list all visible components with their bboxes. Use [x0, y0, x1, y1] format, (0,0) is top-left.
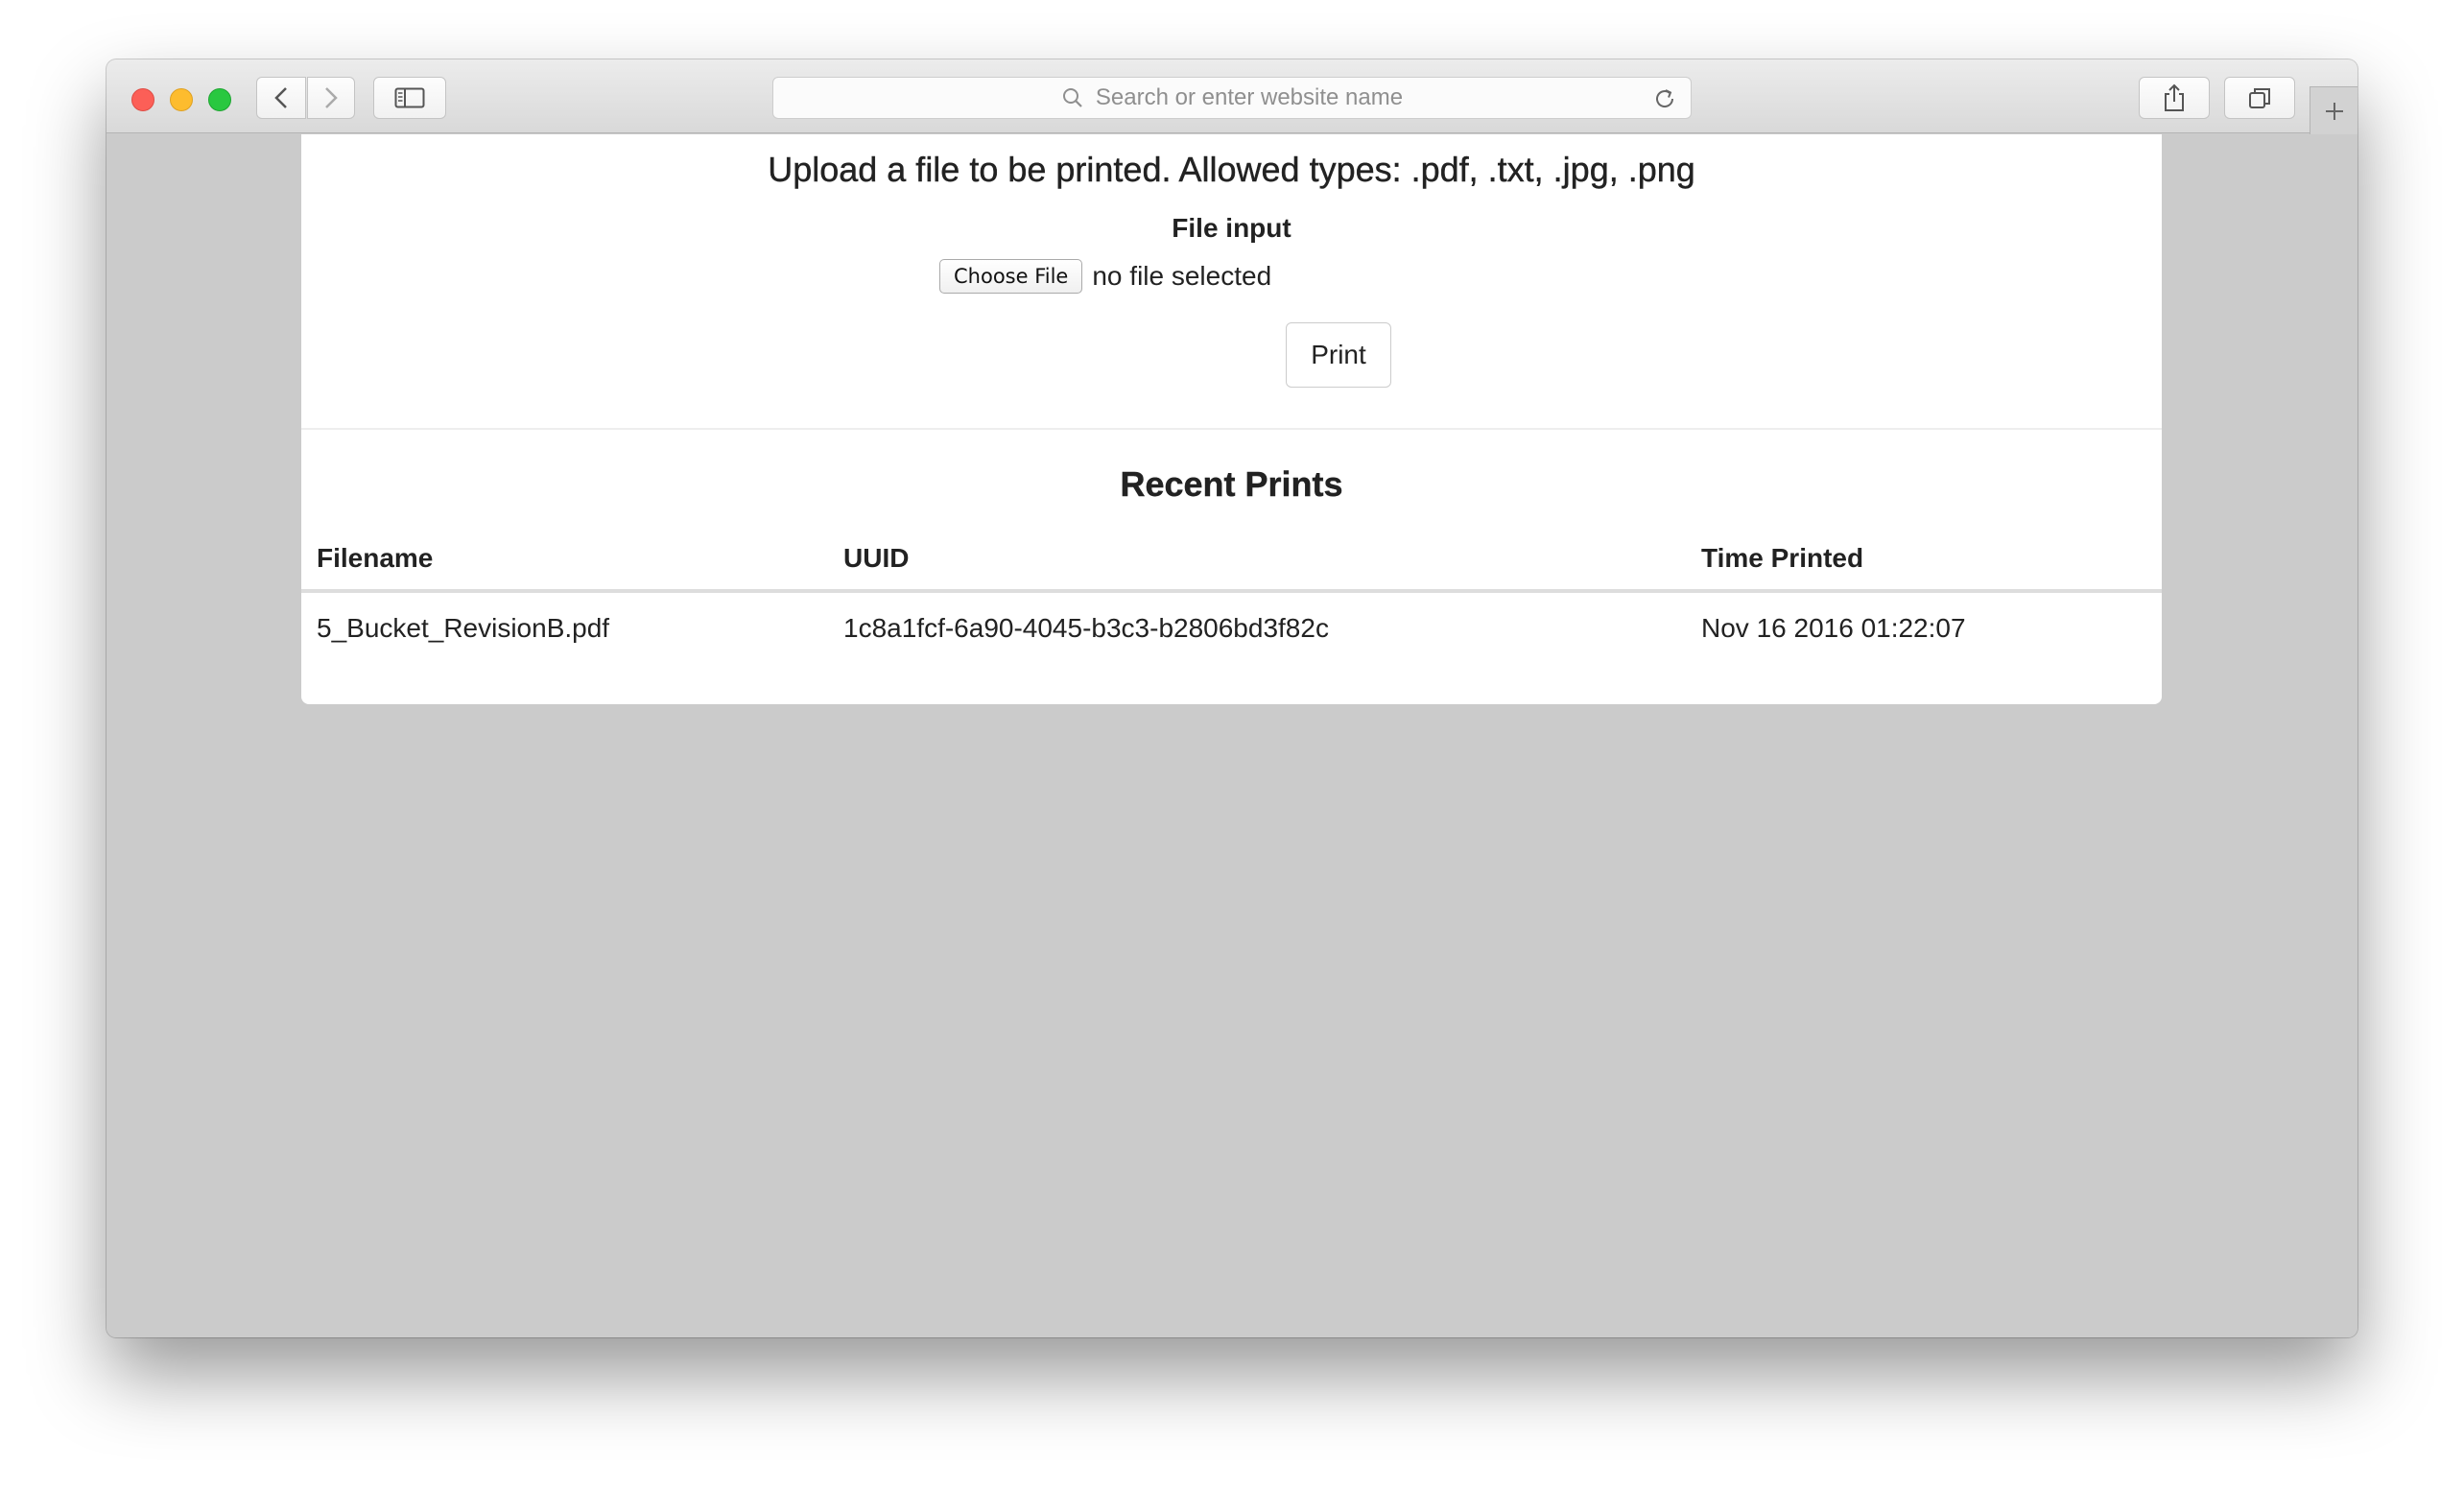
reload-icon[interactable] [1652, 86, 1677, 111]
upload-title: Upload a file to be printed. Allowed typ… [768, 150, 1695, 189]
choose-file-button[interactable]: Choose File [939, 259, 1083, 294]
browser-toolbar: Search or enter website name [107, 59, 2357, 134]
plus-icon [2325, 102, 2343, 120]
page-content: Upload a file to be printed. Allowed typ… [107, 134, 2357, 1337]
cell-filename: 5_Bucket_RevisionB.pdf [317, 613, 610, 643]
new-tab-button[interactable] [2310, 86, 2357, 134]
file-input-label: File input [1172, 213, 1291, 243]
forward-button[interactable] [307, 77, 355, 119]
column-header-time: Time Printed [1686, 532, 2162, 593]
file-input: Choose File no file selected [939, 259, 1271, 294]
section-divider [301, 428, 2162, 430]
show-tabs-button[interactable] [2224, 77, 2295, 119]
cell-uuid: 1c8a1fcf-6a90-4045-b3c3-b2806bd3f82c [843, 613, 1329, 643]
tabs-icon [2249, 88, 2270, 108]
address-bar[interactable]: Search or enter website name [772, 77, 1692, 119]
table-header-row: Filename UUID Time Printed [301, 532, 2162, 593]
recent-prints-table: Filename UUID Time Printed 5_Bucket_Revi… [301, 532, 2162, 664]
minimize-window-button[interactable] [170, 88, 193, 111]
cell-time: Nov 16 2016 01:22:07 [1701, 613, 1966, 643]
address-placeholder: Search or enter website name [1095, 84, 1404, 110]
search-icon [1062, 88, 1082, 107]
close-window-button[interactable] [131, 88, 154, 111]
print-button[interactable]: Print [1286, 322, 1391, 388]
table-row: 5_Bucket_RevisionB.pdf 1c8a1fcf-6a90-404… [301, 591, 2162, 664]
browser-window: Search or enter website name Upload a fi… [107, 59, 2357, 1337]
file-status: no file selected [1092, 261, 1272, 291]
column-header-uuid: UUID [828, 532, 1686, 593]
sidebar-icon [394, 87, 425, 108]
share-icon [2165, 83, 2184, 111]
share-button[interactable] [2139, 77, 2210, 119]
recent-prints-title: Recent Prints [1120, 464, 1343, 504]
maximize-window-button[interactable] [208, 88, 231, 111]
print-panel: Upload a file to be printed. Allowed typ… [301, 134, 2162, 704]
sidebar-toggle-button[interactable] [373, 77, 446, 119]
forward-chevron-icon [325, 87, 338, 108]
column-header-filename: Filename [301, 532, 828, 593]
back-chevron-icon [274, 87, 287, 108]
back-button[interactable] [256, 77, 306, 119]
